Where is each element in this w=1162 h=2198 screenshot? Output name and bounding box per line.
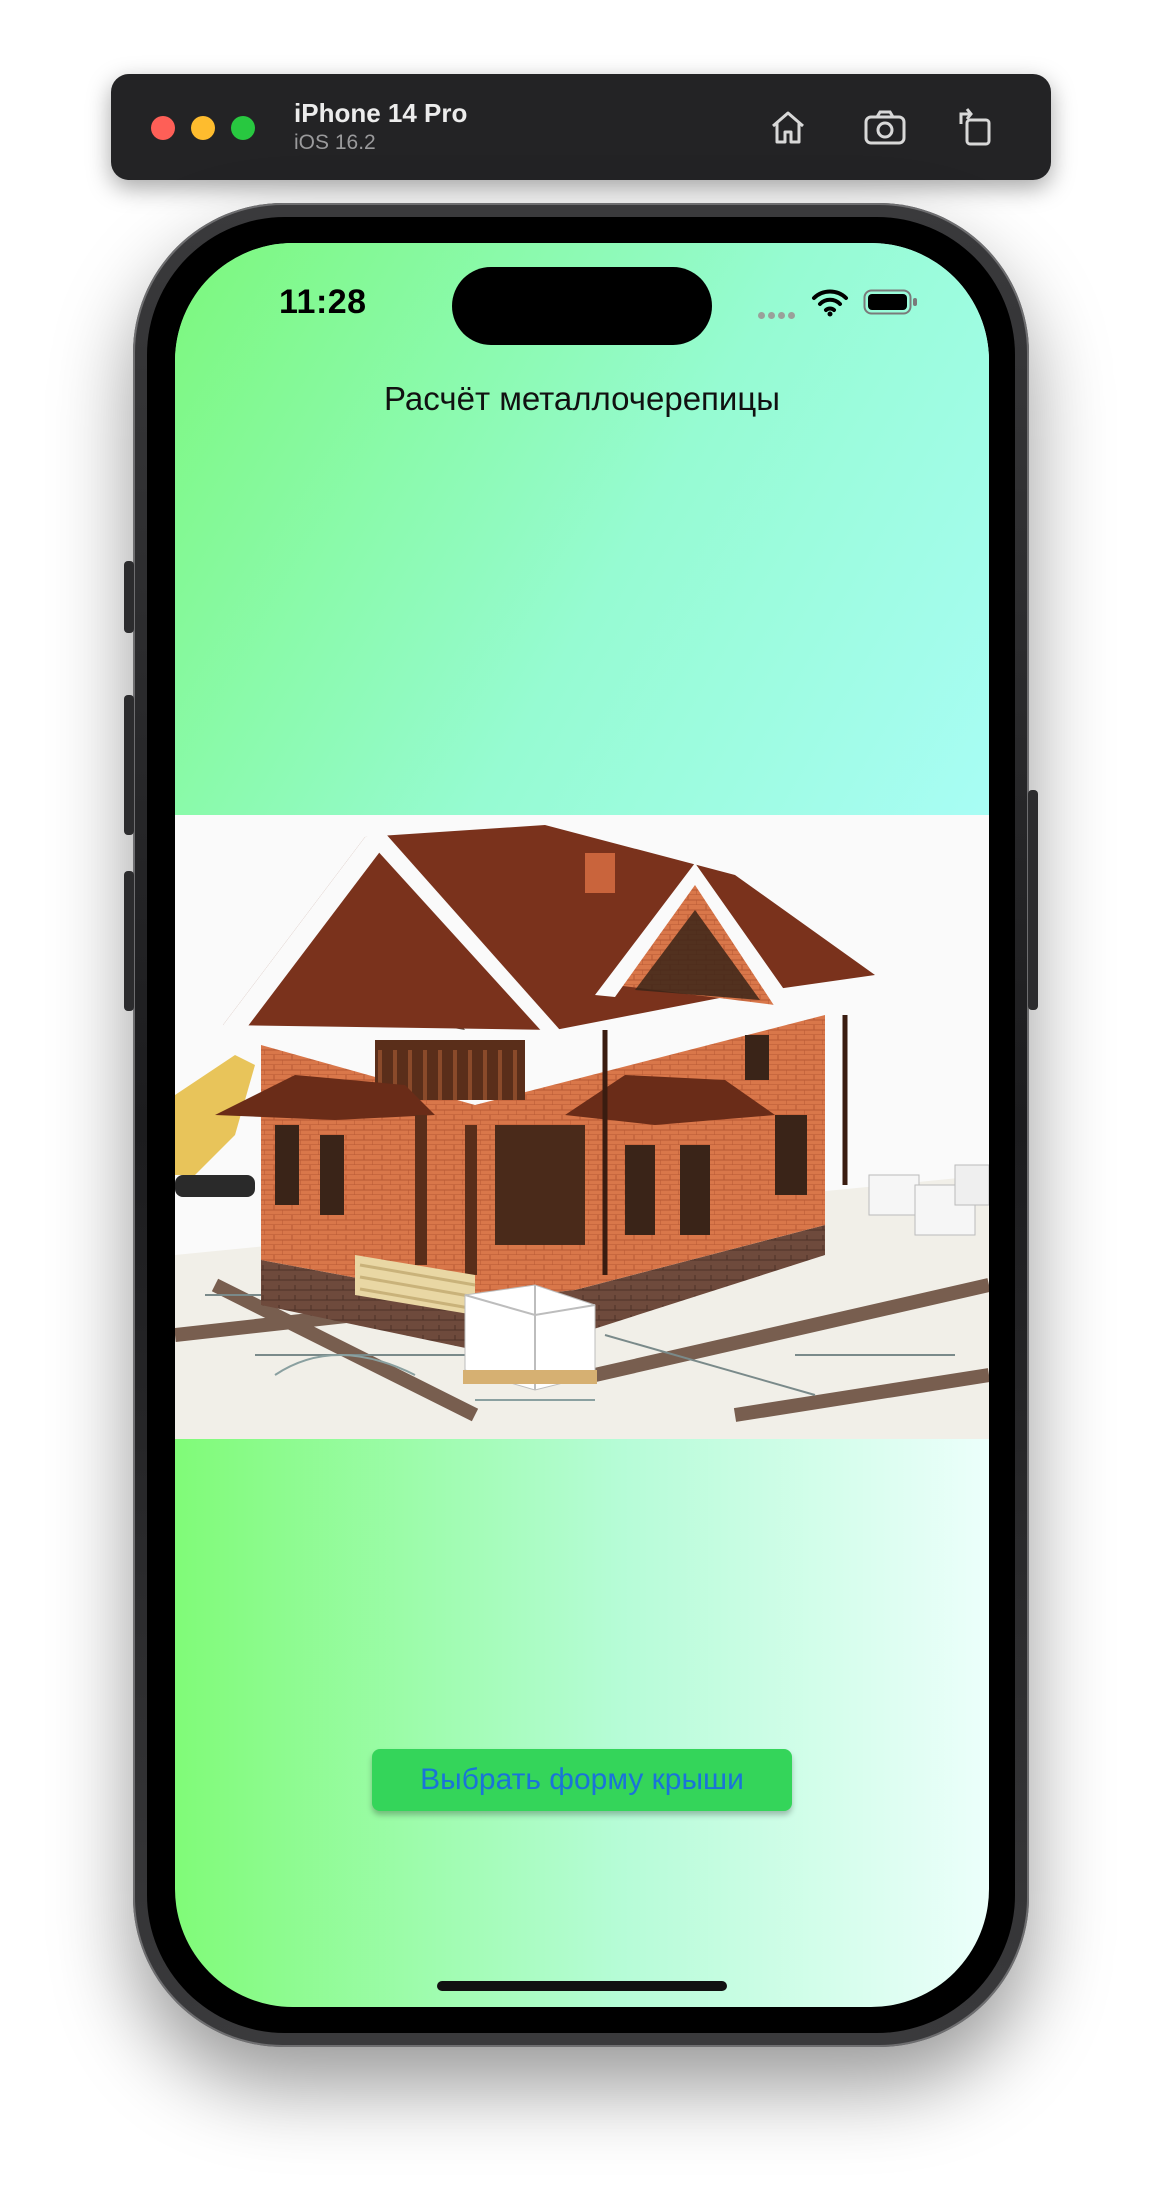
page-title: Расчёт металлочерепицы xyxy=(384,380,780,417)
home-icon[interactable] xyxy=(765,104,811,150)
rotate-icon[interactable] xyxy=(953,104,999,150)
dynamic-island xyxy=(452,267,712,345)
wifi-icon xyxy=(812,289,848,317)
power-button xyxy=(1028,790,1038,1010)
house-illustration xyxy=(175,815,989,1439)
minimize-window-button[interactable] xyxy=(191,116,215,140)
screenshot-icon[interactable] xyxy=(862,104,908,150)
app-screen: 11:28 Расчёт металлочерепицы Выбрать фор… xyxy=(175,243,989,2007)
close-window-button[interactable] xyxy=(151,116,175,140)
choose-roof-shape-button[interactable]: Выбрать форму крыши xyxy=(372,1749,792,1811)
device-name: iPhone 14 Pro xyxy=(294,98,468,128)
silent-switch xyxy=(124,561,134,633)
status-time: 11:28 xyxy=(279,283,367,321)
home-indicator[interactable] xyxy=(437,1981,727,1991)
os-version: iOS 16.2 xyxy=(294,131,376,154)
zoom-window-button[interactable] xyxy=(231,116,255,140)
volume-up-button xyxy=(124,695,134,835)
volume-down-button xyxy=(124,871,134,1011)
battery-icon xyxy=(863,289,917,315)
cellular-icon xyxy=(758,306,798,319)
